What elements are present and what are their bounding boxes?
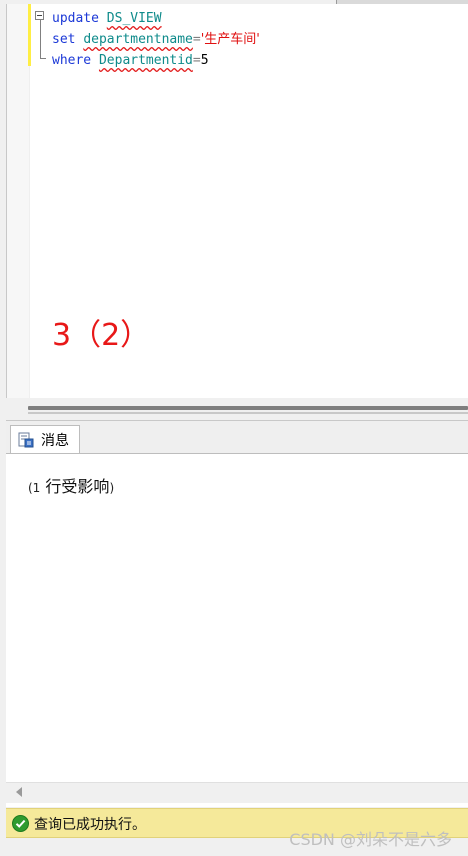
sql-number: 5 [200,53,209,68]
messages-icon [18,432,34,447]
collapse-icon[interactable] [35,11,44,20]
sql-string: '生产车间' [200,32,260,47]
sql-identifier: DS_VIEW [106,11,162,26]
results-tab-strip: 消息 [6,421,468,454]
watermark-text: CSDN @刘朵不是六多 [289,830,452,849]
results-pane: 消息 (1 行受影响) [6,420,468,807]
sql-code[interactable]: update DS_VIEW set departmentname='生产车间'… [52,8,260,71]
sql-identifier: departmentname [83,32,193,47]
sql-keyword: where [52,53,92,68]
scrollbar-groove [28,412,468,414]
scrollbar-thumb[interactable] [28,406,468,410]
check-circle-icon [12,815,29,832]
message-close: ) [109,481,115,495]
status-text: 查询已成功执行。 [34,817,146,833]
sql-operator: = [192,53,201,68]
outline-line [40,20,41,58]
editor-gutter [7,4,30,398]
code-line: where Departmentid=5 [52,50,260,71]
code-line: update DS_VIEW [52,8,260,29]
message-open: (1 [28,481,41,495]
sql-operator: = [192,32,201,47]
sql-keyword: set [52,32,76,47]
code-line: set departmentname='生产车间' [52,29,260,50]
message-text: 行受影响 [45,477,110,496]
scroll-left-arrow-icon[interactable] [16,787,22,797]
sql-keyword: update [52,11,99,26]
tab-messages[interactable]: 消息 [10,425,80,453]
sql-identifier: Departmentid [98,53,193,68]
results-horizontal-scrollbar[interactable] [6,782,468,803]
outline-tick [40,58,46,59]
change-indicator-bar [28,4,31,66]
tab-messages-label: 消息 [41,432,69,449]
result-message: (1 行受影响) [28,473,114,497]
red-annotation: 3（2） [52,318,151,353]
